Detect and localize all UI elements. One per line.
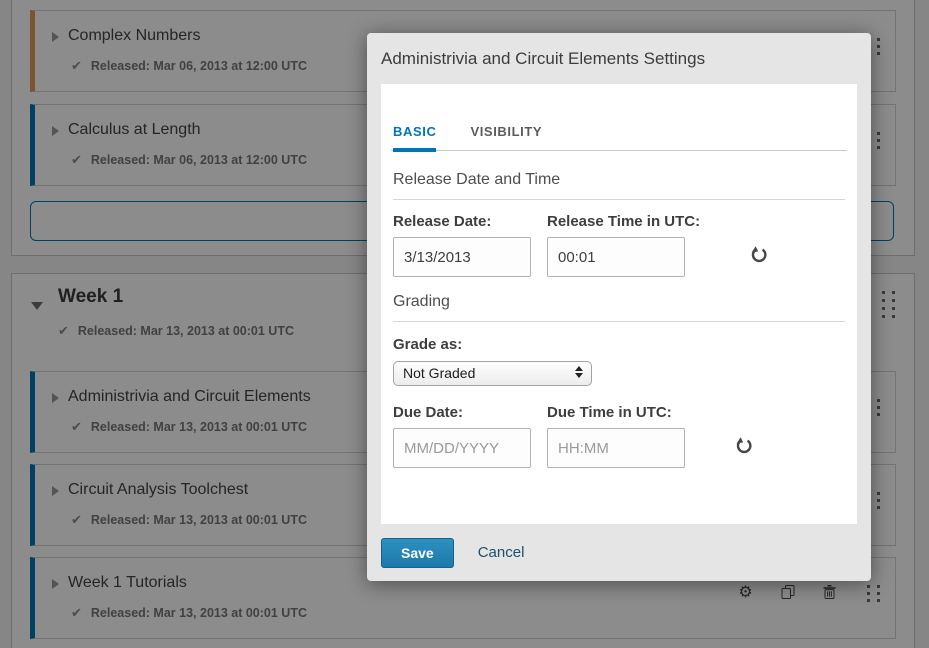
release-time-label: Release Time in UTC: <box>547 213 700 230</box>
release-section-heading: Release Date and Time <box>393 171 845 200</box>
due-date-label: Due Date: <box>393 404 531 421</box>
reset-due-date-icon[interactable] <box>735 436 753 456</box>
modal-tabs: BASIC VISIBILITY <box>391 84 847 151</box>
modal-footer: Save Cancel <box>367 524 871 581</box>
grade-as-selected-value: Not Graded <box>403 365 475 381</box>
due-time-input[interactable] <box>547 428 685 468</box>
save-button[interactable]: Save <box>381 538 454 568</box>
studio-course-outline-screen: Complex Numbers ✔ Released: Mar 06, 2013… <box>0 0 929 648</box>
grading-section-heading: Grading <box>393 293 845 322</box>
due-time-label: Due Time in UTC: <box>547 404 685 421</box>
subsection-settings-modal: Administrivia and Circuit Elements Setti… <box>367 33 871 581</box>
grade-as-label: Grade as: <box>393 336 845 353</box>
reset-release-date-icon[interactable] <box>750 245 768 265</box>
due-date-input[interactable] <box>393 428 531 468</box>
tab-visibility[interactable]: VISIBILITY <box>470 124 542 152</box>
grade-as-select[interactable]: Not Graded <box>393 361 592 386</box>
release-time-input[interactable] <box>547 237 685 277</box>
release-date-input[interactable] <box>393 237 531 277</box>
modal-body: BASIC VISIBILITY Release Date and Time R… <box>381 84 857 524</box>
tab-basic[interactable]: BASIC <box>393 124 436 152</box>
select-arrows-icon <box>575 366 583 378</box>
modal-title: Administrivia and Circuit Elements Setti… <box>367 33 871 69</box>
cancel-button[interactable]: Cancel <box>478 544 525 561</box>
release-date-label: Release Date: <box>393 213 531 230</box>
